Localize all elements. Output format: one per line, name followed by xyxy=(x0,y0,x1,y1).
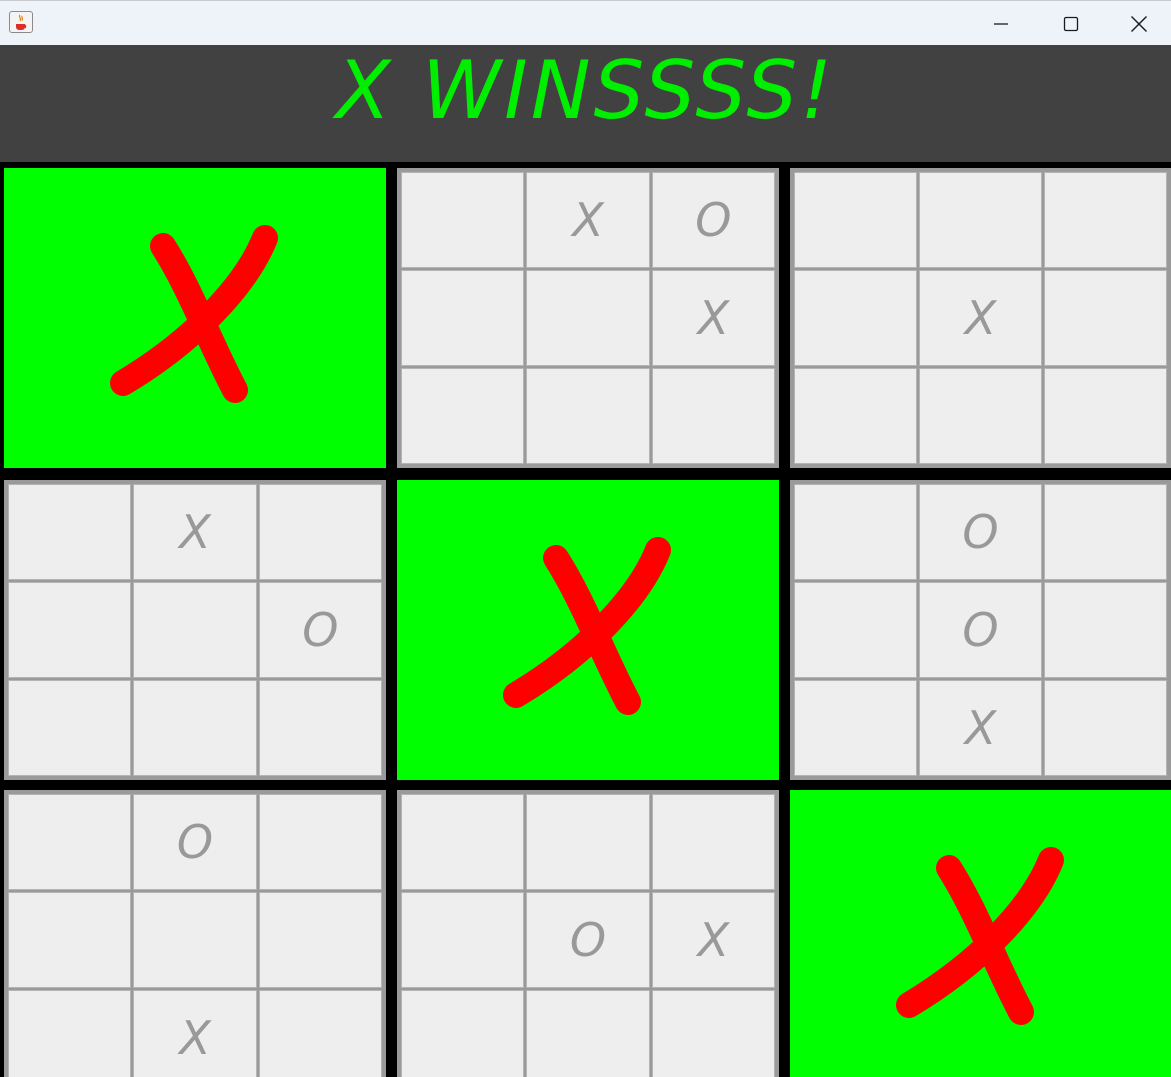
board-cell[interactable] xyxy=(1044,582,1167,678)
board-cell[interactable] xyxy=(8,582,132,678)
won-subboard xyxy=(4,168,386,468)
winner-x-mark xyxy=(110,225,278,403)
board-cell[interactable] xyxy=(1044,172,1167,268)
ultimate-tic-tac-toe-board: XOXXXOOOXOXOX xyxy=(0,162,1171,1077)
board-cell[interactable] xyxy=(258,892,382,988)
subboard[interactable]: OX xyxy=(397,790,779,1077)
board-cell[interactable] xyxy=(8,990,132,1077)
minimize-button[interactable] xyxy=(966,1,1036,46)
board-cell[interactable] xyxy=(1044,484,1167,580)
board-cell[interactable] xyxy=(401,270,525,366)
board-cell[interactable] xyxy=(526,794,650,890)
board-cell[interactable] xyxy=(794,582,917,678)
board-cell[interactable] xyxy=(1044,270,1167,366)
maximize-icon xyxy=(1063,16,1079,31)
won-subboard xyxy=(397,480,779,780)
board-cell[interactable] xyxy=(401,794,525,890)
board-cell[interactable] xyxy=(526,990,650,1077)
board-cell[interactable] xyxy=(651,794,775,890)
maximize-button[interactable] xyxy=(1036,1,1106,46)
board-cell[interactable] xyxy=(133,582,257,678)
subboard[interactable]: XO xyxy=(4,480,386,780)
java-cup-icon[interactable] xyxy=(9,11,33,33)
winner-x-mark xyxy=(895,847,1064,1025)
board-cell[interactable] xyxy=(1044,368,1167,464)
board-cell[interactable] xyxy=(401,368,525,464)
window-titlebar xyxy=(0,0,1171,45)
winner-banner: X WINSSSS! xyxy=(0,45,1171,162)
board-cell[interactable] xyxy=(526,368,650,464)
board-cell[interactable] xyxy=(258,680,382,776)
won-subboard xyxy=(790,790,1171,1077)
board-cell[interactable] xyxy=(651,990,775,1077)
board-cell[interactable]: X xyxy=(651,892,775,988)
board-cell[interactable] xyxy=(401,990,525,1077)
subboard[interactable]: X xyxy=(790,168,1171,468)
board-cell[interactable] xyxy=(258,990,382,1077)
board-cell[interactable]: O xyxy=(919,484,1042,580)
board-cell[interactable] xyxy=(919,368,1042,464)
board-cell[interactable] xyxy=(133,680,257,776)
board-cell[interactable] xyxy=(258,794,382,890)
board-cell[interactable] xyxy=(651,368,775,464)
winner-x-mark xyxy=(503,537,671,715)
close-button[interactable] xyxy=(1106,1,1171,46)
board-cell[interactable]: X xyxy=(133,990,257,1077)
board-cell[interactable] xyxy=(794,270,917,366)
board-cell[interactable]: O xyxy=(133,794,257,890)
board-cell[interactable]: O xyxy=(258,582,382,678)
winner-message: X WINSSSS! xyxy=(335,45,836,137)
board-cell[interactable] xyxy=(401,172,525,268)
close-icon xyxy=(1130,15,1147,32)
board-cell[interactable] xyxy=(258,484,382,580)
board-cell[interactable]: X xyxy=(919,680,1042,776)
board-cell[interactable]: X xyxy=(651,270,775,366)
board-cell[interactable] xyxy=(401,892,525,988)
board-cell[interactable] xyxy=(794,172,917,268)
board-cell[interactable] xyxy=(794,484,917,580)
board-cell[interactable]: O xyxy=(526,892,650,988)
board-cell[interactable] xyxy=(794,680,917,776)
board-cell[interactable] xyxy=(8,680,132,776)
board-cell[interactable]: O xyxy=(919,582,1042,678)
subboard[interactable]: OX xyxy=(4,790,386,1077)
subboard[interactable]: XOX xyxy=(397,168,779,468)
board-cell[interactable]: X xyxy=(919,270,1042,366)
board-cell[interactable]: X xyxy=(133,484,257,580)
board-cell[interactable] xyxy=(794,368,917,464)
board-cell[interactable] xyxy=(8,892,132,988)
minimize-icon xyxy=(994,22,1008,25)
board-cell[interactable] xyxy=(919,172,1042,268)
subboard[interactable]: OOX xyxy=(790,480,1171,780)
board-cell[interactable] xyxy=(8,484,132,580)
board-cell[interactable]: O xyxy=(651,172,775,268)
board-cell[interactable] xyxy=(526,270,650,366)
board-cell[interactable] xyxy=(8,794,132,890)
board-cell[interactable]: X xyxy=(526,172,650,268)
board-cell[interactable] xyxy=(133,892,257,988)
board-cell[interactable] xyxy=(1044,680,1167,776)
